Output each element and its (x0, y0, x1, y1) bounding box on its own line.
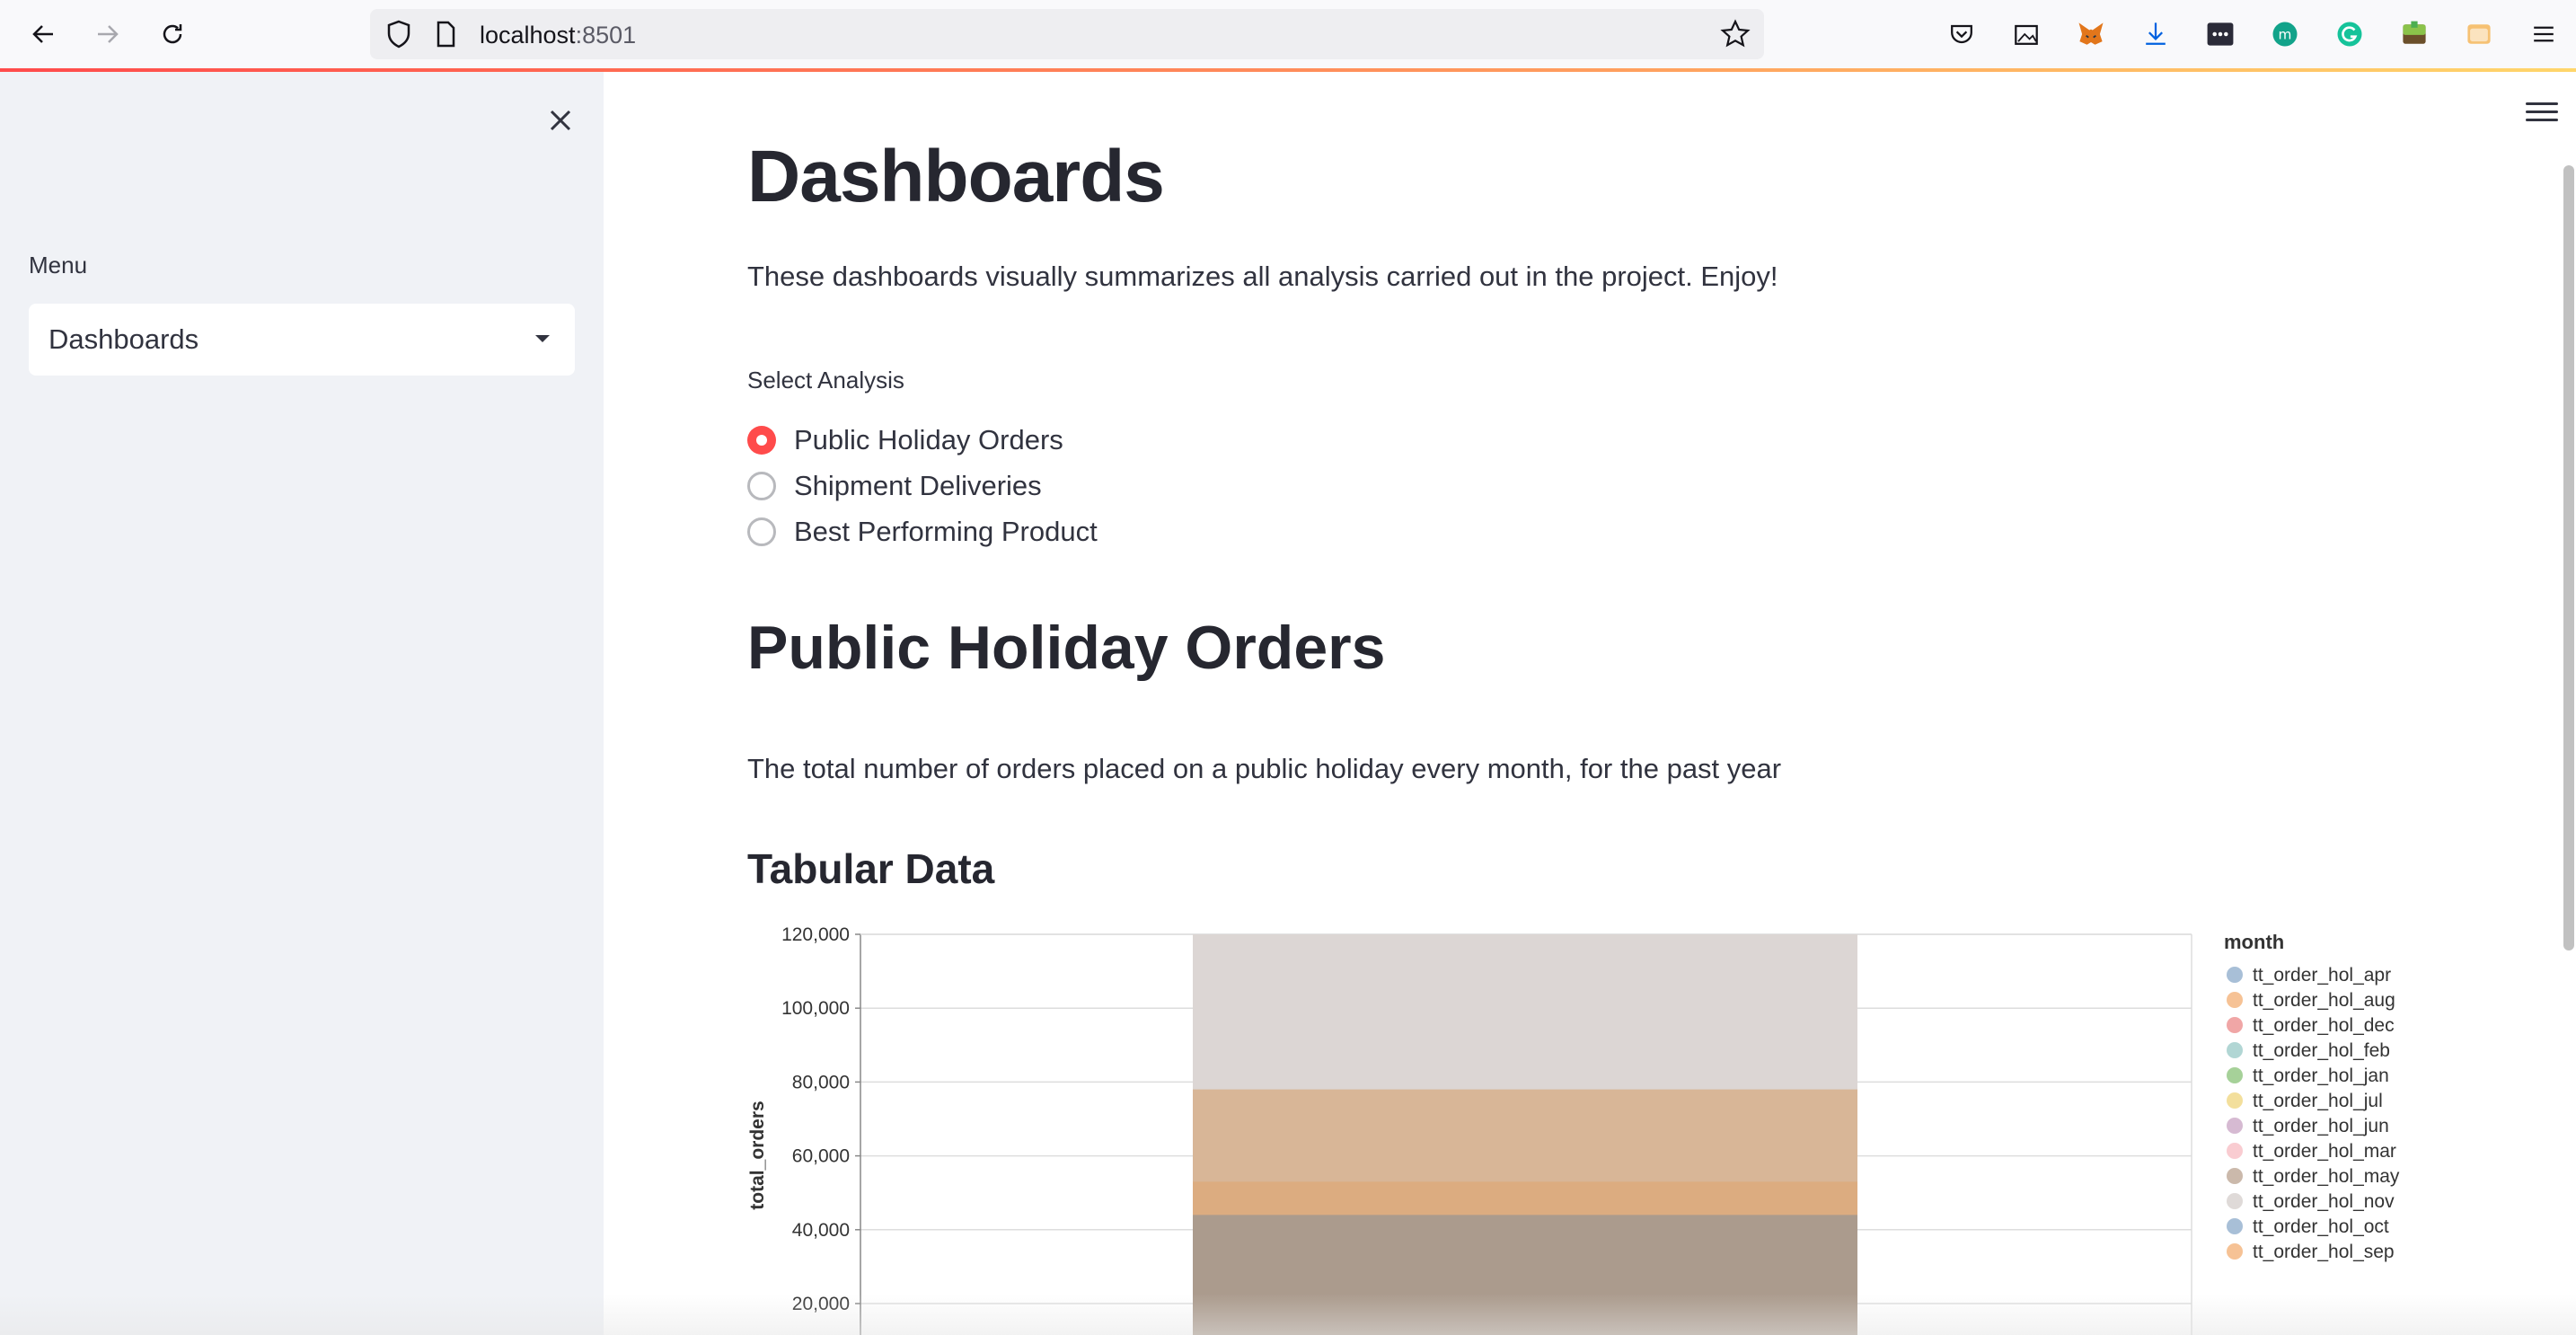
legend-swatch (2227, 1067, 2243, 1083)
sidebar: Menu Dashboards (0, 72, 604, 1335)
chevron-down-icon (535, 335, 550, 342)
legend-item-label: tt_order_hol_jun (2253, 1116, 2389, 1136)
app-menu-icon[interactable] (2526, 102, 2558, 128)
page-title: Dashboards (747, 136, 1165, 217)
legend-item-label: tt_order_hol_aug (2253, 990, 2395, 1011)
legend-item-label: tt_order_hol_mar (2253, 1141, 2396, 1162)
legend-swatch (2227, 1092, 2243, 1109)
m-extension-icon[interactable]: m (2267, 16, 2303, 52)
radio-unchecked-icon[interactable] (747, 517, 776, 546)
y-tick-label: 60,000 (792, 1146, 850, 1167)
scrollbar-thumb[interactable] (2563, 165, 2574, 950)
grammarly-icon[interactable] (2332, 16, 2368, 52)
legend-item-label: tt_order_hol_feb (2253, 1040, 2390, 1061)
forward-icon[interactable] (90, 16, 126, 52)
page-select-value: Dashboards (49, 323, 199, 355)
legend-swatch (2227, 1243, 2243, 1260)
legend-item-label: tt_order_hol_oct (2253, 1216, 2389, 1237)
legend-item-label: tt_order_hol_sep (2253, 1242, 2395, 1262)
bar-segment-tt_order_hol_may (1193, 1215, 1857, 1335)
bookmark-star-icon[interactable] (1717, 16, 1753, 52)
url-text[interactable]: localhost:8501 (480, 22, 636, 49)
radio-option-best-performing-product[interactable]: Best Performing Product (747, 514, 1098, 550)
legend-swatch (2227, 967, 2243, 983)
legend-item-label: tt_order_hol_may (2253, 1166, 2400, 1187)
url-bar[interactable]: localhost:8501 (370, 9, 1764, 59)
legend-swatch (2227, 1118, 2243, 1134)
metamask-fox-icon[interactable] (2073, 16, 2109, 52)
stacked-bar-chart: 120,000 100,000 80,000 60,000 40,000 20,000 to… (747, 924, 2400, 1335)
bitwarden-icon[interactable] (2202, 16, 2238, 52)
y-tick-label: 40,000 (792, 1220, 850, 1241)
y-axis-label: total_orders (747, 1101, 768, 1209)
legend-item-label: tt_order_hol_jul (2253, 1091, 2383, 1111)
radio-checked-icon[interactable] (747, 426, 776, 455)
extension-box-icon[interactable] (2461, 16, 2497, 52)
menu-label: Menu (29, 252, 88, 278)
browser-toolbar: localhost:8501 m (0, 0, 2576, 68)
browser-menu-icon[interactable] (2526, 16, 2562, 52)
radio-option-label: Shipment Deliveries (794, 470, 1042, 501)
pocket-icon[interactable] (1944, 16, 1980, 52)
page-icon (428, 16, 463, 52)
back-icon[interactable] (25, 16, 61, 52)
intro-text: These dashboards visually summarizes all… (747, 261, 1778, 292)
radio-option-public-holiday-orders[interactable]: Public Holiday Orders (747, 422, 1063, 458)
legend-item-label: tt_order_hol_nov (2253, 1191, 2395, 1212)
section-title: Public Holiday Orders (747, 614, 1386, 682)
legend-item-label: tt_order_hol_jan (2253, 1065, 2389, 1086)
legend-swatch (2227, 1042, 2243, 1058)
radio-option-label: Best Performing Product (794, 516, 1098, 547)
radio-option-shipment-deliveries[interactable]: Shipment Deliveries (747, 468, 1042, 504)
legend-swatch (2227, 1193, 2243, 1209)
download-icon[interactable] (2138, 16, 2174, 52)
legend-item-label: tt_order_hol_apr (2253, 965, 2391, 986)
reload-icon[interactable] (154, 16, 190, 52)
y-tick-label: 100,000 (781, 998, 850, 1019)
shield-icon[interactable] (381, 16, 417, 52)
legend-item-label: tt_order_hol_dec (2253, 1015, 2395, 1036)
svg-text:m: m (2279, 26, 2292, 42)
screenshot-icon[interactable] (2008, 16, 2044, 52)
radio-option-label: Public Holiday Orders (794, 424, 1063, 455)
legend-title: month (2224, 931, 2284, 953)
legend-swatch (2227, 1218, 2243, 1234)
radio-unchecked-icon[interactable] (747, 472, 776, 500)
y-tick-label: 20,000 (792, 1294, 850, 1314)
page-select[interactable]: Dashboards (29, 304, 575, 376)
legend-swatch (2227, 1143, 2243, 1159)
subsection-title: Tabular Data (747, 845, 995, 892)
legend-swatch (2227, 992, 2243, 1008)
radio-group-label: Select Analysis (747, 367, 904, 393)
y-tick-label: 80,000 (792, 1072, 850, 1092)
y-tick-label: 120,000 (781, 924, 850, 945)
close-sidebar-icon[interactable] (539, 99, 582, 142)
legend-swatch (2227, 1168, 2243, 1184)
legend-swatch (2227, 1017, 2243, 1033)
section-description: The total number of orders placed on a p… (747, 753, 1782, 784)
extension-landscape-icon[interactable] (2396, 16, 2432, 52)
